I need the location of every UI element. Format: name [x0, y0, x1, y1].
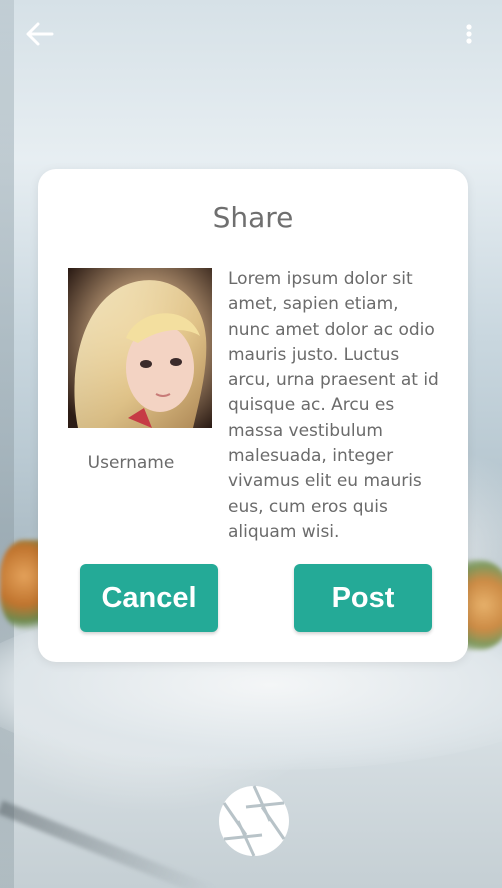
avatar: [68, 268, 212, 428]
avatar-image: [68, 268, 212, 428]
back-button[interactable]: [22, 20, 58, 52]
background-fork: [0, 800, 216, 888]
arrow-left-icon: [26, 22, 54, 46]
camera-shutter-button[interactable]: [218, 785, 290, 857]
share-dialog: Share Username Lorem ipsum dolor sit ame…: [38, 169, 468, 662]
username-label: Username: [87, 453, 175, 473]
share-message-text: Lorem ipsum dolor sit amet, sapien etiam…: [228, 269, 439, 542]
aperture-icon: [219, 785, 289, 857]
post-button[interactable]: Post: [294, 564, 432, 632]
background-edge: [0, 0, 14, 888]
more-vert-icon: [466, 24, 472, 44]
cancel-button[interactable]: Cancel: [80, 564, 218, 632]
dialog-title: Share: [212, 201, 294, 234]
overflow-menu-button[interactable]: [458, 20, 480, 50]
